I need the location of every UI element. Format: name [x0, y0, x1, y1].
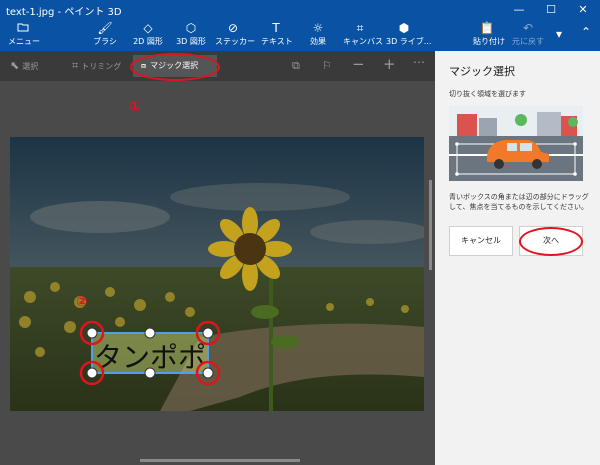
resize-handle-bottom-left[interactable]	[86, 367, 98, 379]
undo-button[interactable]: ↶ 元に戻す	[512, 21, 544, 49]
title-bar: text-1.jpg - ペイント 3D — ☐ ✕	[0, 0, 600, 19]
shapes-3d-label: 3D 図形	[176, 37, 206, 46]
panel-instructions: 青いボックスの角または辺の部分にドラッグして、焦点を当てるものを示してください。	[449, 193, 589, 211]
sticker-icon: ⊘	[227, 21, 239, 35]
ellipsis-icon: ⋯	[413, 55, 425, 69]
canvas-icon: ⌗	[356, 21, 364, 35]
panel-heading: マジック選択	[449, 65, 515, 78]
annotation-circle-next	[519, 227, 583, 256]
paste-label: 貼り付け	[473, 37, 505, 46]
zoom-out-button[interactable]: −	[352, 55, 368, 73]
annotation-step2: ②	[76, 294, 88, 310]
undo-label: 元に戻す	[512, 37, 544, 46]
cube-icon: ⬡	[185, 21, 197, 35]
annotation-step1: ①	[129, 99, 141, 115]
crop-tool[interactable]: ⌗ トリミング	[72, 59, 121, 73]
photo-canvas: タンポポ	[10, 137, 424, 411]
effects-button[interactable]: ☼ 効果	[306, 21, 330, 49]
shapes-2d-button[interactable]: ◇ 2D 図形	[131, 21, 165, 49]
window-title: text-1.jpg - ペイント 3D	[6, 7, 122, 18]
effects-label: 効果	[310, 37, 326, 46]
chevron-down-icon: ▾	[555, 27, 563, 41]
text-label: テキスト	[261, 37, 293, 46]
sticker-small-icon: ⧉	[292, 59, 300, 72]
more-options-button[interactable]: ⋯	[413, 55, 428, 69]
resize-handle-top-right[interactable]	[202, 327, 214, 339]
canvas-label: キャンバス	[343, 37, 383, 46]
crop-label: トリミング	[81, 62, 122, 71]
folder-icon	[8, 21, 38, 36]
stickers-label: ステッカー	[215, 37, 255, 46]
sunflower-photo: タンポポ	[10, 137, 424, 411]
shapes-2d-icon: ◇	[143, 21, 153, 35]
cursor-icon: ⬉	[10, 59, 20, 72]
library-3d-button[interactable]: ⬢ 3D ライブ...	[386, 21, 432, 49]
clipboard-icon: 📋	[479, 21, 495, 35]
resize-handle-top[interactable]	[144, 327, 156, 339]
minus-icon: −	[352, 55, 365, 73]
crop-icon: ⌗	[72, 59, 79, 72]
text-button[interactable]: T テキスト	[261, 21, 293, 49]
canvas-area: タンポポ	[0, 81, 435, 465]
flag-icon: ⚐	[322, 59, 332, 72]
magic-select-panel: マジック選択 切り抜く領域を選びます 青いボックスの角または辺の部分にドラッグし…	[435, 51, 600, 465]
ribbon: メニュー 🖌 ブラシ ◇ 2D 図形 ⬡ 3D 図形 ⊘ ステッカー T テキス…	[0, 19, 600, 51]
flag-tool[interactable]: ⚐	[322, 59, 335, 72]
vertical-scrollbar[interactable]	[429, 180, 432, 270]
horizontal-scrollbar[interactable]	[140, 459, 300, 462]
sun-icon: ☼	[312, 21, 324, 35]
stickers-button[interactable]: ⊘ ステッカー	[215, 21, 255, 49]
resize-handle-bottom-right[interactable]	[202, 367, 214, 379]
car-illustration	[449, 106, 583, 181]
undo-icon: ↶	[522, 21, 534, 35]
menu-label: メニュー	[8, 37, 40, 46]
close-button[interactable]: ✕	[567, 0, 599, 19]
zoom-in-button[interactable]: +	[383, 55, 399, 73]
shapes-2d-label: 2D 図形	[133, 37, 163, 46]
text-icon: T	[272, 21, 280, 35]
brushes-label: ブラシ	[93, 37, 117, 46]
paste-button[interactable]: 📋 貼り付け	[473, 21, 505, 49]
panel-description: 切り抜く領域を選びます	[449, 90, 526, 98]
annotation-circle-magic-select	[130, 53, 220, 81]
sticker-tool[interactable]: ⧉	[292, 59, 303, 73]
plus-icon: +	[383, 55, 396, 73]
resize-handle-top-left[interactable]	[86, 327, 98, 339]
brush-icon: 🖌	[97, 21, 113, 35]
maximize-button[interactable]: ☐	[535, 0, 567, 19]
menu-button[interactable]: メニュー	[8, 21, 40, 49]
resize-handle-bottom[interactable]	[144, 367, 156, 379]
library-3d-label: 3D ライブ...	[386, 37, 432, 46]
shapes-3d-button[interactable]: ⬡ 3D 図形	[174, 21, 208, 49]
cancel-button[interactable]: キャンセル	[449, 226, 513, 256]
minimize-button[interactable]: —	[503, 0, 535, 19]
select-label: 選択	[22, 62, 39, 71]
canvas-button[interactable]: ⌗ キャンバス	[343, 21, 383, 49]
select-tool[interactable]: ⬉ 選択	[10, 59, 38, 72]
collapse-ribbon-button[interactable]: ⌃	[578, 25, 594, 53]
library-icon: ⬢	[398, 21, 410, 35]
brushes-button[interactable]: 🖌 ブラシ	[92, 21, 118, 49]
chevron-up-icon: ⌃	[580, 25, 592, 39]
preview-thumbnail	[449, 106, 583, 181]
